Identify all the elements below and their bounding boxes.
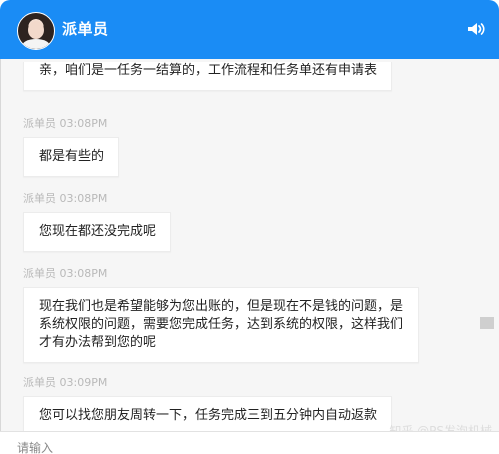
message-item: 派单员 03:08PM 现在我们也是希望能够为您出账的，但是现在不是钱的问题，是… bbox=[23, 267, 419, 363]
avatar-shirt bbox=[22, 39, 50, 49]
message-list[interactable]: 亲，咱们是一任务一结算的，工作流程和任务单还有申请表 派单员 03:08PM 都… bbox=[0, 59, 499, 431]
message-bubble: 现在我们也是希望能够为您出账的，但是现在不是钱的问题，是系统权限的问题，需要您完… bbox=[23, 287, 419, 363]
message-input-area bbox=[0, 431, 499, 454]
message-bubble: 您现在都还没完成呢 bbox=[23, 212, 172, 252]
message-bubble: 您可以找您朋友周转一下，任务完成三到五分钟内自动返款 bbox=[23, 396, 393, 431]
message-item: 派单员 03:08PM 您现在都还没完成呢 bbox=[23, 192, 172, 252]
scrollbar-thumb[interactable] bbox=[480, 317, 494, 329]
chat-window: 派单员 亲，咱们是一任务一结算的，工作流程和任务单还有申请表 派单员 03:08… bbox=[0, 0, 499, 454]
message-sender-time: 派单员 03:08PM bbox=[23, 267, 108, 280]
message-sender-time: 派单员 03:08PM bbox=[23, 192, 108, 205]
message-input[interactable] bbox=[17, 440, 137, 454]
message-bubble: 亲，咱们是一任务一结算的，工作流程和任务单还有申请表 bbox=[23, 62, 393, 91]
message-sender-time: 派单员 03:08PM bbox=[23, 117, 108, 130]
chat-header: 派单员 bbox=[0, 0, 499, 59]
message-bubble: 都是有些的 bbox=[23, 137, 120, 177]
speaker-icon[interactable] bbox=[467, 21, 485, 37]
message-item: 派单员 03:09PM 您可以找您朋友周转一下，任务完成三到五分钟内自动返款 bbox=[23, 376, 393, 431]
message-sender-time: 派单员 03:09PM bbox=[23, 376, 108, 389]
avatar-icon[interactable] bbox=[17, 12, 55, 50]
message-item: 亲，咱们是一任务一结算的，工作流程和任务单还有申请表 bbox=[23, 59, 393, 91]
chat-title: 派单员 bbox=[62, 20, 109, 38]
avatar-face bbox=[28, 21, 44, 39]
message-item: 派单员 03:08PM 都是有些的 bbox=[23, 117, 120, 177]
